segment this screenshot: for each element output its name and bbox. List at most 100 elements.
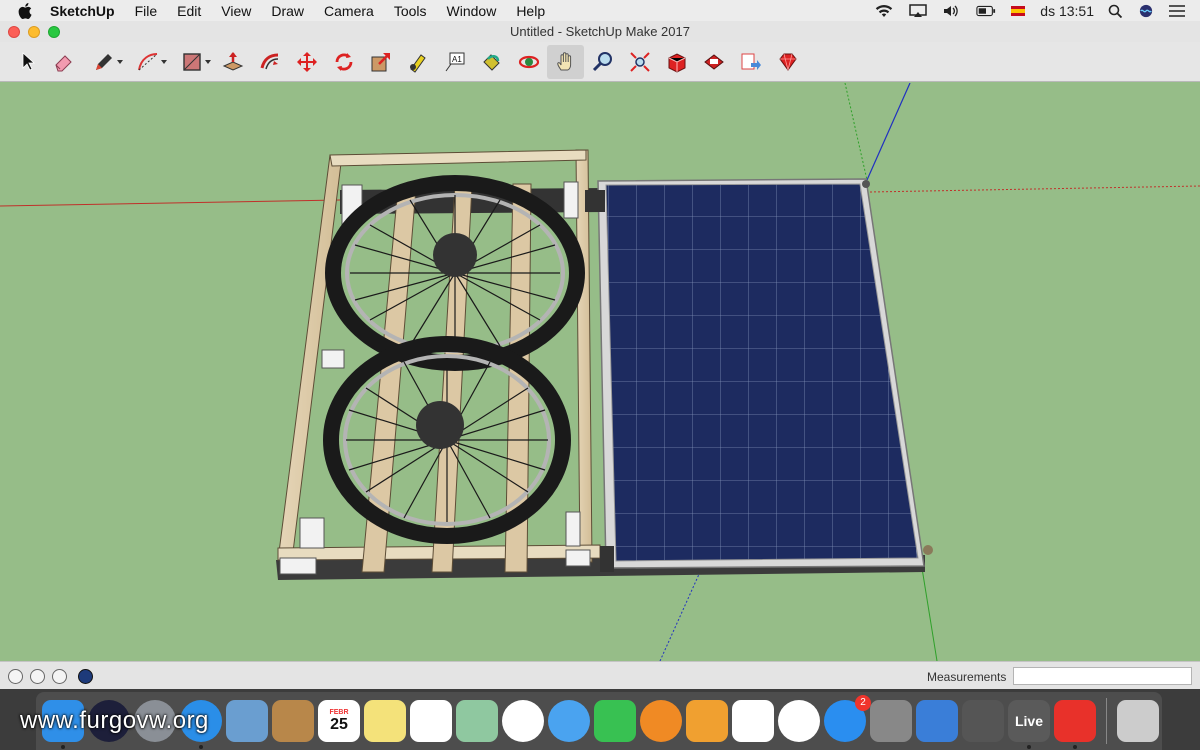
notification-center-icon[interactable]	[1168, 4, 1186, 18]
wifi-icon[interactable]	[874, 4, 894, 18]
3d-warehouse-button[interactable]	[658, 45, 695, 79]
model-scene[interactable]	[0, 83, 1200, 661]
siri-icon[interactable]	[1138, 4, 1154, 18]
dock-pages[interactable]	[686, 700, 728, 742]
arc-tool-button[interactable]	[126, 45, 170, 79]
input-source-flag-icon[interactable]	[1010, 4, 1026, 18]
user-account-icon[interactable]	[52, 669, 67, 684]
dock-messages[interactable]	[548, 700, 590, 742]
push-pull-tool-button[interactable]	[214, 45, 251, 79]
menu-bar: SketchUp File Edit View Draw Camera Tool…	[0, 0, 1200, 21]
blue-axis	[866, 83, 911, 181]
dock-trash[interactable]	[1117, 700, 1159, 742]
apple-logo-icon[interactable]	[18, 2, 32, 19]
dock-reminders[interactable]	[410, 700, 452, 742]
zoom-extents-tool-button[interactable]	[621, 45, 658, 79]
window-zoom-button[interactable]	[48, 26, 60, 38]
orbit-tool-button[interactable]	[510, 45, 547, 79]
measurements-input[interactable]	[1013, 667, 1192, 685]
dock-live[interactable]: Live	[1008, 700, 1050, 749]
dock-calendar[interactable]: FEBR 25	[318, 700, 360, 742]
menu-view[interactable]: View	[221, 3, 251, 19]
orbit-icon	[518, 55, 539, 68]
measurements-label: Measurements	[927, 670, 1007, 684]
menu-help[interactable]: Help	[516, 3, 545, 19]
dock-system-preferences[interactable]	[870, 700, 912, 742]
getting-started-toolbar: A1	[0, 42, 1200, 82]
window-title: Untitled - SketchUp Make 2017	[510, 24, 690, 39]
rectangle-tool-dropdown-icon[interactable]	[205, 59, 211, 64]
zoom-tool-button[interactable]	[584, 45, 621, 79]
menu-window[interactable]: Window	[447, 3, 497, 19]
move-tool-button[interactable]	[288, 45, 325, 79]
dock-photos[interactable]	[502, 700, 544, 742]
dock-mail[interactable]	[226, 700, 268, 742]
extension-manager-button[interactable]	[769, 45, 806, 79]
calendar-month: FEBR	[329, 708, 349, 716]
line-tool-dropdown-icon[interactable]	[117, 59, 123, 64]
status-menus: ds 13:51	[874, 0, 1186, 21]
send-to-layout-button[interactable]	[732, 45, 769, 79]
window-close-button[interactable]	[8, 26, 20, 38]
volume-icon[interactable]	[942, 4, 962, 18]
tape-measure-tool-button[interactable]	[399, 45, 436, 79]
red-axis-dotted	[869, 185, 1200, 193]
running-indicator	[1073, 745, 1077, 749]
paint-bucket-icon	[482, 53, 500, 71]
select-tool-button[interactable]	[8, 45, 45, 79]
arc-tool-dropdown-icon[interactable]	[161, 59, 167, 64]
watermark-text: www.furgovw.org	[20, 707, 209, 734]
dock-numbers[interactable]	[732, 700, 774, 742]
pan-tool-button[interactable]	[547, 44, 584, 79]
menubar-clock[interactable]: ds 13:51	[1040, 3, 1094, 19]
geo-location-icon[interactable]	[8, 669, 23, 684]
extension-warehouse-button[interactable]	[695, 45, 732, 79]
offset-tool-button[interactable]	[251, 45, 288, 79]
red-axis	[0, 199, 341, 207]
eraser-tool-button[interactable]	[45, 45, 82, 79]
window-title-bar: Untitled - SketchUp Make 2017	[0, 21, 1200, 42]
model-viewport[interactable]	[0, 83, 1200, 661]
help-icon[interactable]	[78, 669, 93, 684]
credits-icon[interactable]	[30, 669, 45, 684]
warehouse-icon	[668, 52, 685, 73]
tape-measure-icon	[409, 53, 426, 73]
menu-draw[interactable]: Draw	[271, 3, 304, 19]
menu-file[interactable]: File	[135, 3, 158, 19]
scale-tool-button[interactable]	[362, 45, 399, 79]
text-tool-label: A1	[452, 55, 462, 64]
dock-itunes[interactable]	[778, 700, 820, 742]
menu-tools[interactable]: Tools	[394, 3, 427, 19]
dock-sketchup[interactable]	[1054, 700, 1096, 749]
menu-edit[interactable]: Edit	[177, 3, 201, 19]
green-axis-dotted	[844, 83, 868, 181]
green-axis	[920, 561, 938, 661]
text-tool-button[interactable]: A1	[436, 45, 473, 79]
bicycle-wheel-top	[325, 175, 585, 371]
rectangle-icon	[183, 52, 201, 71]
dock-maps[interactable]	[456, 700, 498, 742]
rotate-tool-button[interactable]	[325, 45, 362, 79]
text-icon: A1	[445, 52, 464, 71]
airplay-icon[interactable]	[908, 3, 928, 18]
blue-axis-dotted	[659, 571, 701, 661]
move-icon	[296, 51, 317, 72]
status-bar: Measurements	[0, 661, 1200, 689]
dock-ibooks[interactable]	[640, 700, 682, 742]
battery-icon[interactable]	[976, 4, 996, 18]
menu-app-name[interactable]: SketchUp	[50, 3, 115, 19]
push-pull-icon	[222, 51, 243, 71]
paint-bucket-tool-button[interactable]	[473, 45, 510, 79]
dock-notes[interactable]	[364, 700, 406, 742]
app-store-badge: 2	[855, 695, 871, 711]
dock-facetime[interactable]	[594, 700, 636, 742]
dock-photo-booth[interactable]	[962, 700, 1004, 742]
rectangle-tool-button[interactable]	[170, 45, 214, 79]
line-tool-button[interactable]	[82, 45, 126, 79]
spotlight-search-icon[interactable]	[1108, 4, 1124, 18]
dock-keynote[interactable]	[916, 700, 958, 742]
window-minimize-button[interactable]	[28, 26, 40, 38]
menu-camera[interactable]: Camera	[324, 3, 374, 19]
dock-contacts[interactable]	[272, 700, 314, 742]
dock-app-store[interactable]: 2	[824, 695, 871, 742]
